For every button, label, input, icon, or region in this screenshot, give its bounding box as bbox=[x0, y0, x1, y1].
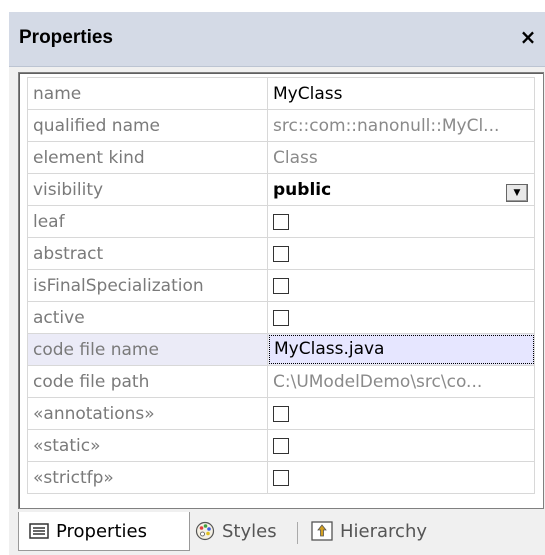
property-name: isFinalSpecialization bbox=[27, 269, 268, 302]
visibility-dropdown[interactable]: public ▼ bbox=[267, 173, 535, 206]
checkbox[interactable] bbox=[273, 469, 289, 486]
tab-properties-label: Properties bbox=[56, 520, 147, 542]
panel-title: Properties bbox=[19, 27, 113, 48]
property-name: leaf bbox=[27, 205, 268, 238]
property-row[interactable]: code file name MyClass.java bbox=[27, 333, 535, 366]
property-value-cell[interactable] bbox=[267, 429, 535, 462]
property-name: element kind bbox=[27, 141, 268, 174]
properties-panel: Properties × name MyClass qualified name sr… bbox=[9, 12, 545, 555]
hierarchy-icon bbox=[311, 521, 333, 541]
property-row[interactable]: code file path C:\UModelDemo\src\co... bbox=[27, 365, 535, 398]
tab-bar: Properties Styles Hierarchy bbox=[18, 512, 545, 555]
checkbox[interactable] bbox=[273, 405, 289, 422]
property-row[interactable]: abstract bbox=[27, 237, 535, 270]
property-row[interactable]: qualified name src::com::nanonull::MyCl..… bbox=[27, 109, 535, 142]
tab-styles[interactable]: Styles bbox=[195, 512, 277, 550]
checkbox[interactable] bbox=[273, 309, 289, 326]
property-value[interactable]: C:\UModelDemo\src\co... bbox=[267, 365, 535, 398]
checkbox[interactable] bbox=[273, 277, 289, 294]
property-row[interactable]: leaf bbox=[27, 205, 535, 238]
tab-styles-label: Styles bbox=[222, 520, 277, 542]
property-name: «strictfp» bbox=[27, 461, 268, 494]
code-file-name-cell[interactable]: MyClass.java bbox=[267, 333, 535, 366]
property-grid: name MyClass qualified name src::com::nanon… bbox=[18, 72, 544, 509]
dropdown-value: public bbox=[273, 179, 332, 200]
property-name: visibility bbox=[27, 173, 268, 206]
property-value[interactable]: MyClass bbox=[267, 77, 535, 110]
checkbox[interactable] bbox=[273, 437, 289, 454]
property-value[interactable]: Class bbox=[267, 141, 535, 174]
checkbox[interactable] bbox=[273, 245, 289, 262]
property-row[interactable]: isFinalSpecialization bbox=[27, 269, 535, 302]
property-row[interactable]: visibility public ▼ bbox=[27, 173, 535, 206]
property-value-cell[interactable] bbox=[267, 205, 535, 238]
property-table: name MyClass qualified name src::com::nanon… bbox=[27, 77, 535, 494]
property-name: active bbox=[27, 301, 268, 334]
tab-hierarchy[interactable]: Hierarchy bbox=[311, 512, 427, 550]
property-row[interactable]: «static» bbox=[27, 429, 535, 462]
code-file-name-input[interactable]: MyClass.java bbox=[269, 335, 534, 364]
property-name: code file name bbox=[27, 333, 268, 366]
tab-hierarchy-label: Hierarchy bbox=[340, 520, 428, 542]
checkbox[interactable] bbox=[273, 213, 289, 230]
tab-separator bbox=[297, 522, 298, 544]
property-name: qualified name bbox=[27, 109, 268, 142]
property-value-cell[interactable] bbox=[267, 461, 535, 494]
property-value-cell[interactable] bbox=[267, 301, 535, 334]
close-icon[interactable]: × bbox=[517, 24, 539, 50]
tab-properties[interactable]: Properties bbox=[18, 512, 190, 551]
property-name: code file path bbox=[27, 365, 268, 398]
property-name: name bbox=[27, 77, 268, 110]
property-row[interactable]: element kind Class bbox=[27, 141, 535, 174]
property-value-cell[interactable] bbox=[267, 397, 535, 430]
property-row[interactable]: name MyClass bbox=[27, 77, 535, 110]
property-name: «annotations» bbox=[27, 397, 268, 430]
property-row[interactable]: «strictfp» bbox=[27, 461, 535, 494]
dropdown-arrow-icon[interactable]: ▼ bbox=[506, 183, 528, 202]
panel-titlebar: Properties × bbox=[9, 12, 545, 67]
property-value-cell[interactable] bbox=[267, 237, 535, 270]
property-value[interactable]: src::com::nanonull::MyCl... bbox=[267, 109, 535, 142]
property-name: abstract bbox=[27, 237, 268, 270]
properties-icon bbox=[29, 523, 49, 539]
property-value-cell[interactable] bbox=[267, 269, 535, 302]
property-row[interactable]: active bbox=[27, 301, 535, 334]
property-name: «static» bbox=[27, 429, 268, 462]
property-row[interactable]: «annotations» bbox=[27, 397, 535, 430]
palette-icon bbox=[195, 521, 215, 541]
